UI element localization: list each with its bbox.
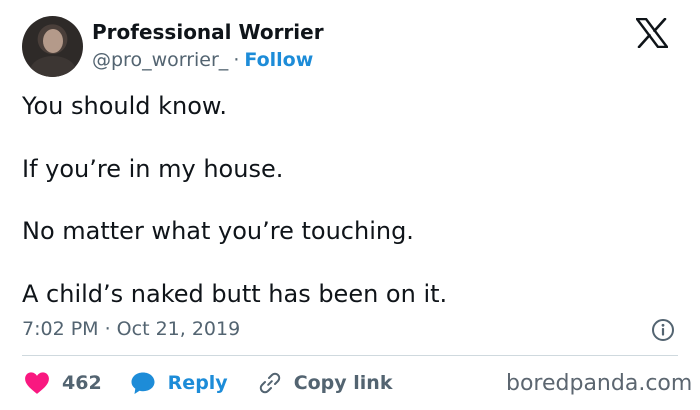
heart-icon: [25, 372, 49, 394]
tweet-text-line-4: A child’s naked butt has been on it.: [22, 280, 448, 308]
author-handle-row: @pro_worrier_ · Follow: [92, 49, 313, 71]
avatar-face: [43, 29, 63, 53]
avatar-shoulders: [30, 56, 76, 77]
like-count: 462: [62, 372, 102, 394]
copy-link-button[interactable]: Copy link: [258, 371, 393, 395]
link-icon: [259, 372, 280, 394]
tweet-text-line-3: No matter what you’re touching.: [22, 217, 414, 245]
author-handle[interactable]: @pro_worrier_: [92, 49, 228, 71]
author-display-name[interactable]: Professional Worrier: [92, 20, 324, 44]
reply-button[interactable]: Reply: [130, 371, 228, 395]
tweet-timestamp[interactable]: 7:02 PM · Oct 21, 2019: [22, 318, 240, 340]
reply-bubble-icon: [131, 372, 155, 394]
tweet-text-line-2: If you’re in my house.: [22, 155, 284, 183]
like-button[interactable]: 462: [24, 371, 102, 395]
copy-link-label: Copy link: [293, 372, 393, 394]
source-watermark: boredpanda.com: [506, 371, 693, 396]
separator-dot: ·: [233, 49, 240, 71]
action-bar: 462 Reply Copy link: [24, 369, 392, 397]
reply-label: Reply: [167, 372, 228, 394]
tweet-text-line-1: You should know.: [22, 92, 227, 120]
avatar[interactable]: [22, 16, 83, 77]
info-icon[interactable]: [651, 318, 675, 342]
x-logo-icon[interactable]: [636, 18, 668, 48]
divider: [22, 355, 678, 356]
follow-button[interactable]: Follow: [244, 49, 313, 71]
